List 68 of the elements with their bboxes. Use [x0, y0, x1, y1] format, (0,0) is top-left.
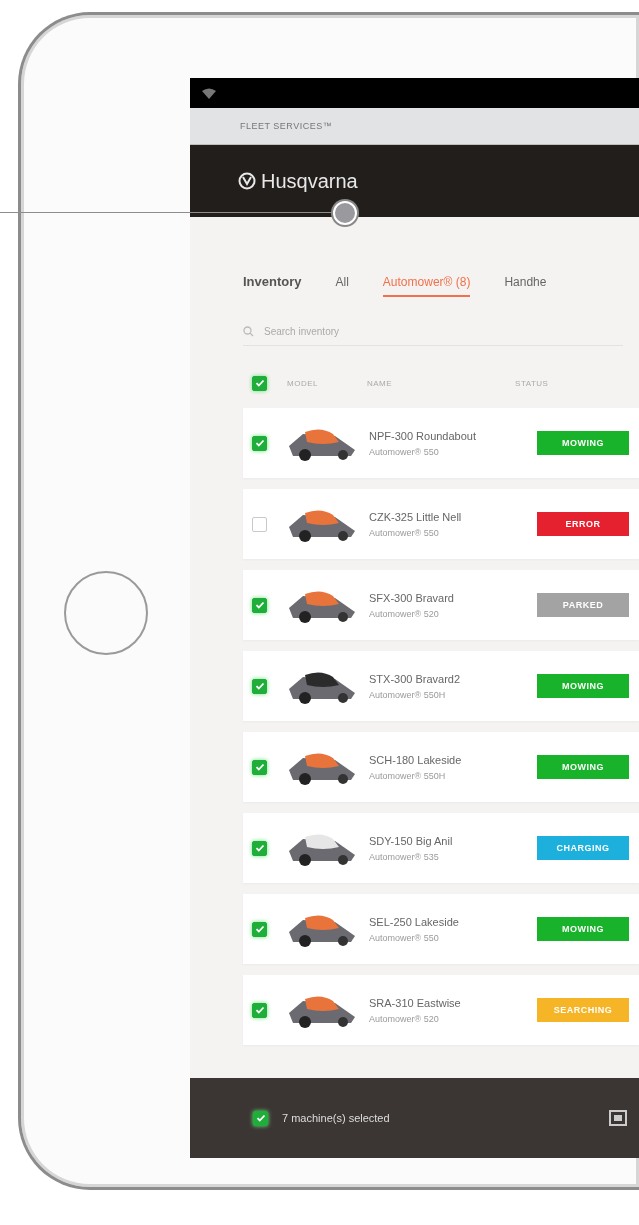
inventory-row[interactable]: NPF-300 Roundabout Automower® 550 MOWING [243, 408, 639, 478]
home-button[interactable] [64, 571, 148, 655]
inventory-row[interactable]: SCH-180 Lakeside Automower® 550H MOWING [243, 732, 639, 802]
checkbox[interactable] [252, 516, 267, 532]
machine-name: SEL-250 Lakeside [369, 915, 460, 928]
checkbox[interactable] [252, 840, 267, 856]
selection-count: 7 machine(s) selected [282, 1112, 391, 1124]
page-heading: Inventory [243, 274, 302, 291]
status-label: MOWING [537, 674, 629, 698]
search-input[interactable]: Search inventory [262, 324, 566, 338]
inventory-row[interactable]: CZK-325 Little Nell Automower® 550 ERROR [243, 489, 639, 559]
page-title: FLEET SERVICES™ [240, 121, 333, 131]
checkbox[interactable] [252, 375, 267, 391]
model-name: Automower® 550H [369, 689, 447, 700]
machine-name: CZK-325 Little Nell [369, 510, 463, 523]
tab[interactable]: All [335, 275, 349, 297]
check-icon [254, 762, 265, 772]
model-name: Automower® 520 [369, 608, 440, 619]
status-label: MOWING [537, 917, 629, 941]
inventory-row[interactable]: STX-300 Bravard2 Automower® 550H MOWING [243, 651, 639, 721]
check-icon [254, 438, 265, 448]
status-label: CHARGING [537, 836, 629, 860]
machine-name: SCH-180 Lakeside [369, 753, 463, 766]
checkbox[interactable] [253, 1110, 268, 1126]
machine-name: SRA-310 Eastwise [369, 996, 462, 1009]
status-label: ERROR [537, 512, 629, 536]
model-name: Automower® 550 [369, 527, 440, 538]
machine-name: SFX-300 Bravard [369, 591, 455, 604]
check-icon [254, 924, 265, 934]
checkbox[interactable] [252, 678, 267, 694]
check-icon [254, 378, 265, 388]
inventory-row[interactable]: SEL-250 Lakeside Automower® 550 MOWING [243, 894, 639, 964]
check-icon [254, 843, 265, 853]
check-icon [254, 681, 265, 691]
model-name: Automower® 550 [369, 932, 440, 943]
column-header: NAME [366, 378, 393, 388]
status-label: MOWING [537, 755, 629, 779]
machine-name: SDY-150 Big Anil [369, 834, 454, 847]
checkbox[interactable] [252, 759, 267, 775]
column-header: MODEL [287, 378, 318, 388]
checkbox[interactable] [252, 597, 267, 613]
logo-icon [238, 172, 256, 190]
check-icon [255, 1113, 266, 1123]
model-name: Automower® 520 [369, 1013, 440, 1024]
machine-name: NPF-300 Roundabout [369, 429, 477, 442]
check-icon [254, 1005, 265, 1015]
brand-logo: Husqvarna [261, 169, 358, 193]
checkbox[interactable] [252, 921, 267, 937]
model-name: Automower® 535 [369, 851, 440, 862]
model-name: Automower® 550H [369, 770, 447, 781]
checkbox[interactable] [252, 435, 267, 451]
wifi-icon [202, 87, 216, 99]
column-header: STATUS [515, 378, 549, 388]
status-label: PARKED [537, 593, 629, 617]
inventory-row[interactable]: SDY-150 Big Anil Automower® 535 CHARGING [243, 813, 639, 883]
checkbox[interactable] [252, 1002, 267, 1018]
inventory-row[interactable]: SFX-300 Bravard Automower® 520 PARKED [243, 570, 639, 640]
status-label: SEARCHING [537, 998, 629, 1022]
search-icon [243, 325, 254, 337]
machine-name: STX-300 Bravard2 [369, 672, 462, 685]
callout-marker [333, 201, 357, 225]
model-name: Automower® 550 [369, 446, 440, 457]
search-field[interactable]: Search inventory [243, 317, 623, 346]
document-icon[interactable] [609, 1110, 627, 1126]
inventory-row[interactable]: SRA-310 Eastwise Automower® 520 SEARCHING [243, 975, 639, 1045]
status-label: MOWING [537, 431, 629, 455]
tab[interactable]: Handhe [504, 275, 547, 297]
check-icon [254, 600, 265, 610]
